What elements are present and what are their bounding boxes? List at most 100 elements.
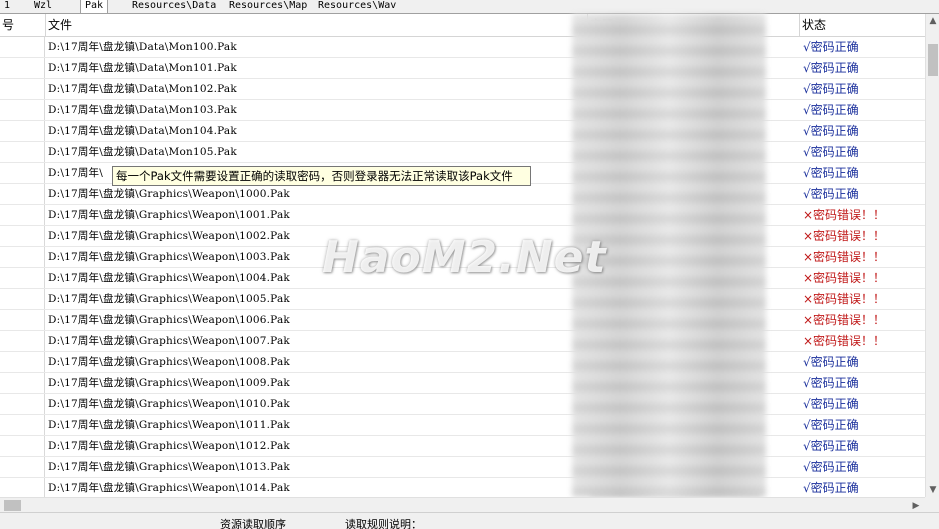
table-row[interactable]: D:\17周年\盘龙镇\Data\Mon103.Pak √密码正确 <box>0 100 925 121</box>
row-file-path: D:\17周年\盘龙镇\Graphics\Weapon\1009.Pak <box>48 377 290 389</box>
table-row[interactable]: D:\17周年\盘龙镇\Data\Mon104.Pak √密码正确 <box>0 121 925 142</box>
table-row[interactable]: D:\17周年\盘龙镇\Graphics\Weapon\1013.Pak √密码正… <box>0 457 925 478</box>
tooltip: 每一个Pak文件需要设置正确的读取密码，否则登录器无法正常读取该Pak文件 <box>112 166 531 186</box>
table-row[interactable]: D:\17周年\盘龙镇\Data\Mon101.Pak √密码正确 <box>0 58 925 79</box>
row-status: ×密码错误！！ <box>803 313 886 327</box>
row-status: √密码正确 <box>803 40 859 54</box>
row-num-cell <box>0 79 45 99</box>
row-num-cell <box>0 394 45 414</box>
row-num-cell <box>0 142 45 162</box>
vertical-scrollbar[interactable]: ▲ ▼ <box>925 14 939 497</box>
row-file-path: D:\17周年\盘龙镇\Graphics\Weapon\1003.Pak <box>48 251 290 263</box>
row-num-cell <box>0 121 45 141</box>
table-row[interactable]: D:\17周年\盘龙镇\Graphics\Weapon\1006.Pak ×密码错… <box>0 310 925 331</box>
column-header-num[interactable]: 号 <box>0 14 46 36</box>
row-num-cell <box>0 289 45 309</box>
row-file-path: D:\17周年\盘龙镇\Data\Mon104.Pak <box>48 125 237 137</box>
row-num-cell <box>0 415 45 435</box>
row-file-path: D:\17周年\盘龙镇\Graphics\Weapon\1004.Pak <box>48 272 290 284</box>
row-num-cell <box>0 352 45 372</box>
row-num-cell <box>0 100 45 120</box>
row-status: √密码正确 <box>803 187 859 201</box>
row-status: √密码正确 <box>803 124 859 138</box>
tab-resources-map[interactable]: Resources\Map <box>225 0 311 12</box>
bottom-panel: 资源读取顺序 读取规则说明： <box>0 512 939 529</box>
scroll-down-icon[interactable]: ▼ <box>926 483 939 497</box>
row-status: √密码正确 <box>803 166 859 180</box>
row-status: ×密码错误！！ <box>803 334 886 348</box>
table-row[interactable]: D:\17周年\盘龙镇\Graphics\Weapon\1001.Pak ×密码错… <box>0 205 925 226</box>
table-row[interactable]: D:\17周年\盘龙镇\Data\Mon105.Pak √密码正确 <box>0 142 925 163</box>
row-file-path: D:\17周年\盘龙镇\Data\Mon103.Pak <box>48 104 237 116</box>
table-row[interactable]: D:\17周年\盘龙镇\Graphics\Weapon\1005.Pak ×密码错… <box>0 289 925 310</box>
row-file-path: D:\17周年\盘龙镇\Graphics\Weapon\1014.Pak <box>48 482 290 494</box>
row-file-path: D:\17周年\盘龙镇\Data\Mon105.Pak <box>48 146 237 158</box>
row-file-path: D:\17周年\盘龙镇\Graphics\Weapon\1002.Pak <box>48 230 290 242</box>
row-file-path: D:\17周年\盘龙镇\Graphics\Weapon\1012.Pak <box>48 440 290 452</box>
column-header-file[interactable]: 文件 <box>46 14 588 36</box>
tab-strip: 1 Wzl Pak Resources\Data Resources\Map R… <box>0 0 939 14</box>
table-row[interactable]: D:\17周年\盘龙镇\Graphics\Weapon\1007.Pak ×密码错… <box>0 331 925 352</box>
table-row[interactable]: D:\17周年\盘龙镇\Graphics\Weapon\1008.Pak √密码正… <box>0 352 925 373</box>
row-num-cell <box>0 205 45 225</box>
table-row[interactable]: D:\17周年\盘龙镇\Graphics\Weapon\1010.Pak √密码正… <box>0 394 925 415</box>
tab-resources-wav[interactable]: Resources\Wav <box>314 0 400 12</box>
row-status: √密码正确 <box>803 418 859 432</box>
resource-order-label: 资源读取顺序 <box>220 518 286 529</box>
row-num-cell <box>0 436 45 456</box>
row-status: √密码正确 <box>803 397 859 411</box>
row-num-cell <box>0 226 45 246</box>
row-status: √密码正确 <box>803 439 859 453</box>
row-num-cell <box>0 58 45 78</box>
column-header-status[interactable]: 状态 <box>800 14 925 36</box>
vertical-scroll-thumb[interactable] <box>928 44 938 76</box>
row-status: √密码正确 <box>803 460 859 474</box>
row-file-path: D:\17周年\盘龙镇\Graphics\Weapon\1007.Pak <box>48 335 290 347</box>
watermark: HaoM2.Net <box>322 232 607 283</box>
row-file-path: D:\17周年\盘龙镇\Graphics\Weapon\1000.Pak <box>48 188 290 200</box>
table-row[interactable]: D:\17周年\盘龙镇\Graphics\Weapon\1009.Pak √密码正… <box>0 373 925 394</box>
row-file-path: D:\17周年\盘龙镇\Graphics\Weapon\1006.Pak <box>48 314 290 326</box>
table-row[interactable]: D:\17周年\盘龙镇\Graphics\Weapon\1000.Pak √密码正… <box>0 184 925 205</box>
horizontal-scroll-thumb[interactable] <box>4 500 21 511</box>
row-status: ×密码错误！！ <box>803 250 886 264</box>
row-file-path: D:\17周年\ <box>48 167 103 179</box>
row-num-cell <box>0 37 45 57</box>
row-status: √密码正确 <box>803 145 859 159</box>
row-status: √密码正确 <box>803 355 859 369</box>
scroll-right-icon[interactable]: ▶ <box>909 499 923 513</box>
row-file-path: D:\17周年\盘龙镇\Graphics\Weapon\1010.Pak <box>48 398 290 410</box>
row-file-path: D:\17周年\盘龙镇\Graphics\Weapon\1008.Pak <box>48 356 290 368</box>
row-status: √密码正确 <box>803 82 859 96</box>
table-row[interactable]: D:\17周年\盘龙镇\Graphics\Weapon\1014.Pak √密码正… <box>0 478 925 497</box>
row-num-cell <box>0 184 45 204</box>
row-file-path: D:\17周年\盘龙镇\Data\Mon102.Pak <box>48 83 237 95</box>
table-row[interactable]: D:\17周年\盘龙镇\Graphics\Weapon\1011.Pak √密码正… <box>0 415 925 436</box>
tab-wzl[interactable]: Wzl <box>30 0 56 12</box>
row-num-cell <box>0 331 45 351</box>
tab-resources-data[interactable]: Resources\Data <box>128 0 220 12</box>
row-file-path: D:\17周年\盘龙镇\Data\Mon101.Pak <box>48 62 237 74</box>
table-row[interactable]: D:\17周年\盘龙镇\Data\Mon102.Pak √密码正确 <box>0 79 925 100</box>
scroll-up-icon[interactable]: ▲ <box>926 14 939 28</box>
row-file-path: D:\17周年\盘龙镇\Graphics\Weapon\1001.Pak <box>48 209 290 221</box>
horizontal-scrollbar[interactable]: ▶ <box>0 497 925 513</box>
row-status: ×密码错误！！ <box>803 208 886 222</box>
list-header: 号 文件 密码 状态 <box>0 14 925 37</box>
tab-1[interactable]: 1 <box>0 0 14 12</box>
table-row[interactable]: D:\17周年\盘龙镇\Graphics\Weapon\1012.Pak √密码正… <box>0 436 925 457</box>
row-num-cell <box>0 457 45 477</box>
row-status: ×密码错误！！ <box>803 271 886 285</box>
row-num-cell <box>0 478 45 497</box>
row-num-cell <box>0 247 45 267</box>
row-file-path: D:\17周年\盘龙镇\Data\Mon100.Pak <box>48 41 237 53</box>
table-row[interactable]: D:\17周年\盘龙镇\Data\Mon100.Pak √密码正确 <box>0 37 925 58</box>
row-status: √密码正确 <box>803 481 859 495</box>
row-status: ×密码错误！！ <box>803 229 886 243</box>
row-file-path: D:\17周年\盘龙镇\Graphics\Weapon\1011.Pak <box>48 419 290 431</box>
row-status: √密码正确 <box>803 103 859 117</box>
tab-pak[interactable]: Pak <box>80 0 109 13</box>
read-rules-label: 读取规则说明： <box>345 518 422 529</box>
row-status: √密码正确 <box>803 61 859 75</box>
row-status: ×密码错误！！ <box>803 292 886 306</box>
